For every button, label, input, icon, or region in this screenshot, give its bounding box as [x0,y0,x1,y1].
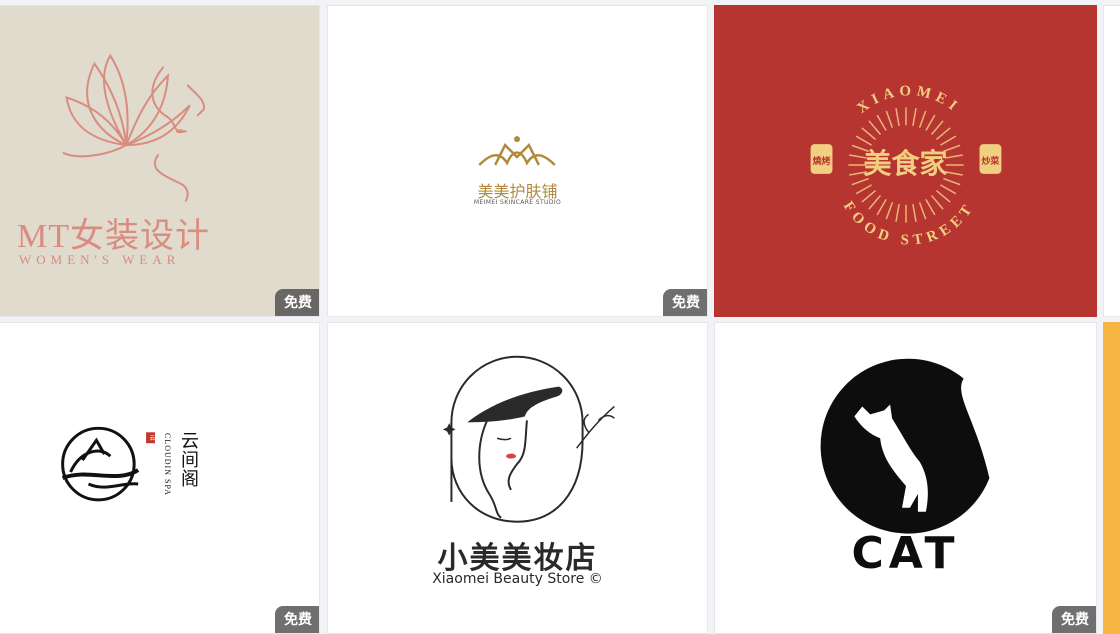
sun-ray [935,189,951,203]
sun-ray [895,108,900,126]
card-title: 美食家 [863,147,948,180]
sun-ray [925,199,936,216]
card-title: 云间阁 [178,431,199,488]
sun-ray [912,203,917,222]
sun-ray [861,189,877,203]
template-card-cloud[interactable]: 云 CLOUDIN SPA 云间阁 免费 [0,322,320,634]
cloud-swirl-icon [61,426,156,502]
svg-text:FOOD STREET: FOOD STREET [840,199,978,249]
crown-icon [478,136,556,166]
sun-ray [940,184,957,195]
template-card-cat[interactable]: CAT 免费 [714,322,1097,634]
card-subtitle: Xiaomei Beauty Store © [432,571,603,587]
sun-ray [930,194,944,210]
sun-ray [912,108,917,126]
card-title: MT女装设计 [17,218,210,255]
template-card-partial[interactable] [1103,5,1120,317]
sun-ray [885,110,894,128]
sun-ray [918,110,927,128]
sun-ray [876,114,887,131]
seal-mark: 云 [149,435,156,442]
template-card-partial[interactable] [1103,322,1120,634]
sun-ray [868,120,882,136]
free-badge: 免费 [275,606,319,633]
sun-ray [925,114,936,131]
sun-ray [868,194,882,210]
card-subtitle: CLOUDIN SPA [163,433,172,496]
sun-ray [885,202,894,220]
free-badge: 免费 [663,289,707,316]
cat-moon-icon [820,358,990,534]
lotus-face-icon [62,53,205,202]
sun-ray [930,120,944,136]
card-subtitle: WOMEN'S WEAR [19,252,181,267]
sun-ray [861,127,877,140]
template-card-beauty[interactable]: 小美美妆店 Xiaomei Beauty Store © [327,322,708,634]
svg-text:XIAOMEI: XIAOMEI [854,83,963,117]
sun-ray [876,199,887,216]
card-title: CAT [851,528,960,579]
sun-ray [855,184,872,195]
arc-top-text: XIAOMEI [854,83,958,117]
sun-ray [895,203,900,222]
free-badge: 免费 [1052,606,1096,633]
template-card-mt[interactable]: MT女装设计 WOMEN'S WEAR 免费 [0,5,320,317]
template-card-meimei[interactable]: 美美护肤铺 MEIMEI SKINCARE STUDIO 免费 [327,5,708,317]
sun-ray [935,127,951,140]
template-card-food[interactable]: XIAOMEI FOOD STREET 燒烤 炒菜 美食家 [714,5,1097,317]
card-subtitle: MEIMEI SKINCARE STUDIO [473,199,562,206]
arc-bottom-text: FOOD STREET [840,199,974,249]
free-badge: 免费 [275,289,319,316]
sun-ray [918,202,927,220]
